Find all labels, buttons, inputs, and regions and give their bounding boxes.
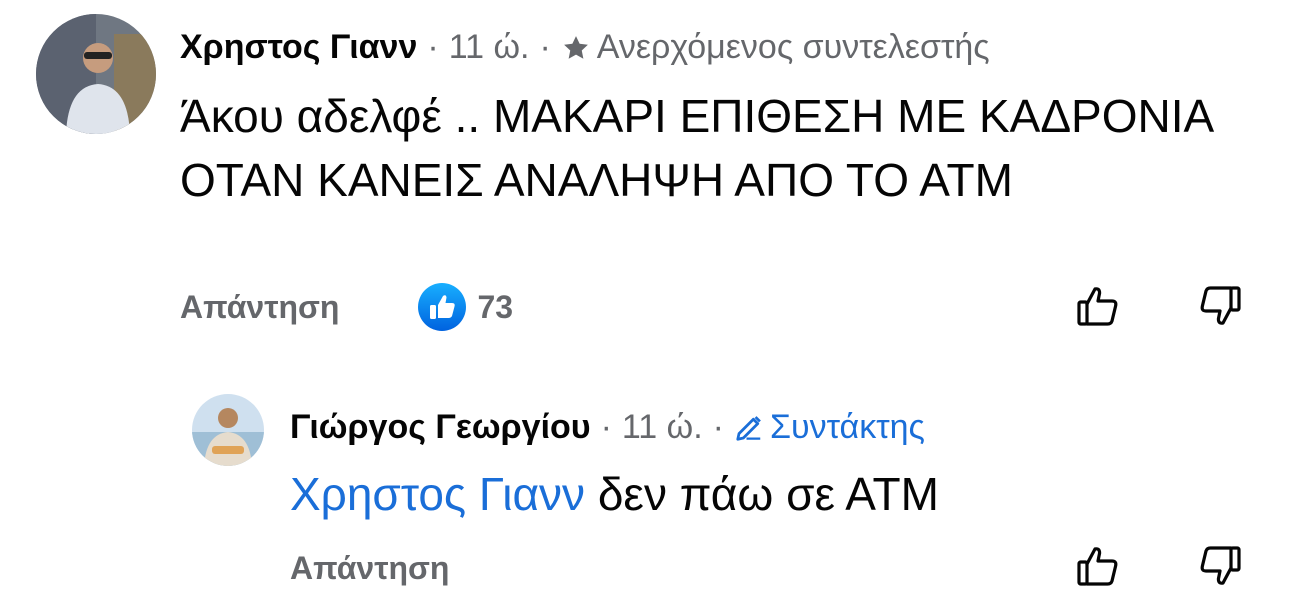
separator: · xyxy=(427,28,439,66)
thumbs-up-outline-icon xyxy=(1077,547,1118,586)
downvote-button[interactable] xyxy=(1196,282,1244,335)
contributor-badge: Ανερχόμενος συντελεστής xyxy=(561,28,990,67)
reply-text: Χρηστος Γιανν δεν πάω σε ΑΤΜ xyxy=(290,462,1250,526)
reply-button[interactable]: Απάντηση xyxy=(180,289,339,326)
author-name[interactable]: Γιώργος Γεωργίου xyxy=(290,408,591,447)
avatar[interactable] xyxy=(192,394,264,466)
mention-link[interactable]: Χρηστος Γιανν xyxy=(290,468,585,520)
editor-badge: Συντάκτης xyxy=(734,408,925,447)
thumbs-down-outline-icon xyxy=(1200,286,1241,325)
badge-label: Συντάκτης xyxy=(769,408,925,446)
star-icon xyxy=(563,35,588,59)
comment-header: Χρηστος Γιανν · 11 ώ. · Ανερχόμενος συντ… xyxy=(180,28,990,67)
separator: · xyxy=(539,28,551,66)
reaction-summary[interactable]: 73 xyxy=(417,282,513,332)
reply-actions: Απάντηση xyxy=(290,550,449,587)
badge-label: Ανερχόμενος συντελεστής xyxy=(596,28,990,66)
upvote-button[interactable] xyxy=(1074,282,1122,335)
timestamp[interactable]: 11 ώ. xyxy=(449,28,530,67)
comment-actions: Απάντηση 73 xyxy=(180,282,513,332)
thumbs-up-outline-icon xyxy=(1077,287,1118,326)
reply-button[interactable]: Απάντηση xyxy=(290,550,449,587)
like-icon xyxy=(418,283,467,331)
avatar[interactable] xyxy=(36,14,156,134)
timestamp[interactable]: 11 ώ. xyxy=(622,408,703,447)
upvote-button[interactable] xyxy=(1074,542,1122,595)
author-name[interactable]: Χρηστος Γιανν xyxy=(180,28,417,67)
reply-header: Γιώργος Γεωργίου · 11 ώ. · Συντάκτης xyxy=(290,408,925,447)
downvote-button[interactable] xyxy=(1196,542,1244,595)
separator: · xyxy=(712,408,724,446)
reaction-count: 73 xyxy=(477,288,514,325)
separator: · xyxy=(600,408,612,446)
comment-text: Άκου αδελφέ .. ΜΑΚΑΡΙ ΕΠΙΘΕΣΗ ΜΕ ΚΑΔΡΟΝΙ… xyxy=(180,90,1212,206)
reply-text-content: δεν πάω σε ΑΤΜ xyxy=(597,468,939,520)
thumbs-down-outline-icon xyxy=(1200,546,1241,585)
pencil-icon xyxy=(736,415,761,441)
